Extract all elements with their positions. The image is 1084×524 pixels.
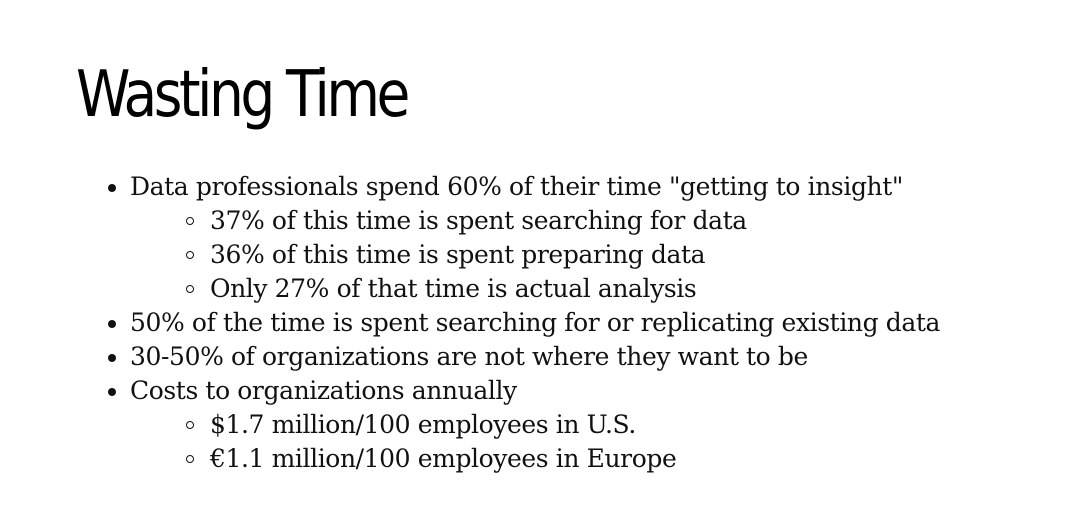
sub-bullet-item: $1.7 million/100 employees in U.S. [130, 408, 940, 442]
sub-bullet-circle-icon [186, 217, 194, 225]
bullet-item: 50% of the time is spent searching for o… [106, 306, 940, 340]
bullet-text: Costs to organizations annually [130, 376, 517, 405]
sub-bullet-list: 37% of this time is spent searching for … [130, 204, 940, 306]
sub-bullet-list: $1.7 million/100 employees in U.S. €1.1 … [130, 408, 940, 476]
sub-bullet-text: €1.1 million/100 employees in Europe [210, 444, 677, 473]
sub-bullet-item: Only 27% of that time is actual analysis [130, 272, 940, 306]
sub-bullet-item: 37% of this time is spent searching for … [130, 204, 940, 238]
bullet-dot-icon [108, 388, 116, 396]
sub-bullet-circle-icon [186, 251, 194, 259]
bullet-text: 50% of the time is spent searching for o… [130, 308, 941, 337]
bullet-list: Data professionals spend 60% of their ti… [106, 170, 940, 476]
sub-bullet-circle-icon [186, 285, 194, 293]
sub-bullet-circle-icon [186, 455, 194, 463]
bullet-text: 30-50% of organizations are not where th… [130, 342, 808, 371]
slide: Wasting Time Data professionals spend 60… [0, 0, 1084, 524]
bullet-text: Data professionals spend 60% of their ti… [130, 172, 904, 201]
sub-bullet-text: Only 27% of that time is actual analysis [210, 274, 697, 303]
sub-bullet-item: 36% of this time is spent preparing data [130, 238, 940, 272]
bullet-dot-icon [108, 354, 116, 362]
sub-bullet-text: $1.7 million/100 employees in U.S. [210, 410, 636, 439]
bullet-item: 30-50% of organizations are not where th… [106, 340, 940, 374]
bullet-dot-icon [108, 320, 116, 328]
bullet-item: Costs to organizations annually $1.7 mil… [106, 374, 940, 476]
sub-bullet-circle-icon [186, 421, 194, 429]
slide-title: Wasting Time [76, 58, 410, 132]
sub-bullet-item: €1.1 million/100 employees in Europe [130, 442, 940, 476]
bullet-item: Data professionals spend 60% of their ti… [106, 170, 940, 306]
sub-bullet-text: 36% of this time is spent preparing data [210, 240, 706, 269]
sub-bullet-text: 37% of this time is spent searching for … [210, 206, 747, 235]
bullet-dot-icon [108, 184, 116, 192]
